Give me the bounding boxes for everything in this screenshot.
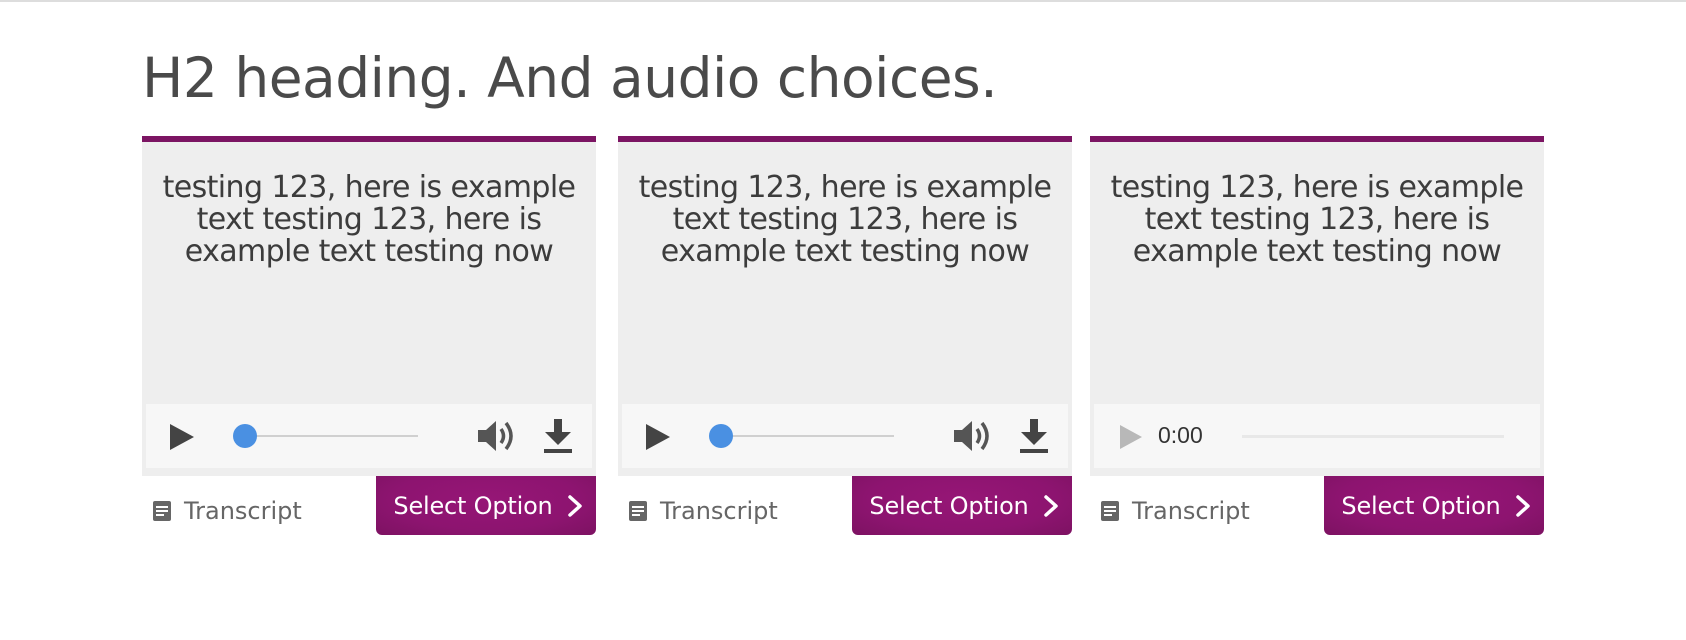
- audio-player: [146, 404, 592, 468]
- transcript-link[interactable]: Transcript: [152, 491, 302, 531]
- page-heading: H2 heading. And audio choices.: [142, 46, 998, 110]
- document-icon: [1101, 501, 1119, 521]
- seek-bar[interactable]: [709, 424, 894, 448]
- card-text: testing 123, here is example text testin…: [638, 170, 1052, 269]
- audio-choice-card-1: testing 123, here is example text testin…: [142, 136, 596, 536]
- audio-choices: testing 123, here is example text testin…: [142, 136, 1544, 536]
- audio-choice-card-3: testing 123, here is example text testin…: [1090, 136, 1544, 536]
- seek-bar[interactable]: [1242, 435, 1504, 438]
- transcript-label: Transcript: [184, 497, 302, 525]
- select-option-label: Select Option: [393, 491, 553, 520]
- play-icon[interactable]: [640, 420, 674, 454]
- play-icon[interactable]: [164, 420, 198, 454]
- document-icon: [629, 501, 647, 521]
- native-audio-player: 0:00: [1094, 404, 1540, 468]
- top-border: [0, 0, 1686, 2]
- transcript-link[interactable]: Transcript: [1100, 491, 1250, 531]
- chevron-right-icon: [567, 494, 582, 517]
- card-body: testing 123, here is example text testin…: [1090, 136, 1544, 476]
- transcript-link[interactable]: Transcript: [628, 491, 778, 531]
- document-icon: [153, 501, 171, 521]
- volume-icon[interactable]: [952, 416, 994, 456]
- play-icon[interactable]: [1112, 420, 1146, 454]
- select-option-button[interactable]: Select Option: [1324, 476, 1544, 535]
- chevron-right-icon: [1043, 494, 1058, 517]
- transcript-label: Transcript: [660, 497, 778, 525]
- chevron-right-icon: [1515, 494, 1530, 517]
- seek-thumb[interactable]: [233, 424, 257, 448]
- volume-icon[interactable]: [476, 416, 518, 456]
- select-option-button[interactable]: Select Option: [852, 476, 1072, 535]
- audio-player: [622, 404, 1068, 468]
- card-text: testing 123, here is example text testin…: [162, 170, 576, 269]
- transcript-label: Transcript: [1132, 497, 1250, 525]
- download-icon[interactable]: [1016, 416, 1052, 456]
- card-body: testing 123, here is example text testin…: [142, 136, 596, 476]
- audio-choice-card-2: testing 123, here is example text testin…: [618, 136, 1072, 536]
- card-text: testing 123, here is example text testin…: [1110, 170, 1524, 269]
- seek-bar[interactable]: [233, 424, 418, 448]
- seek-thumb[interactable]: [709, 424, 733, 448]
- select-option-label: Select Option: [1341, 491, 1501, 520]
- select-option-button[interactable]: Select Option: [376, 476, 596, 535]
- select-option-label: Select Option: [869, 491, 1029, 520]
- time-display: 0:00: [1158, 422, 1203, 448]
- card-body: testing 123, here is example text testin…: [618, 136, 1072, 476]
- download-icon[interactable]: [540, 416, 576, 456]
